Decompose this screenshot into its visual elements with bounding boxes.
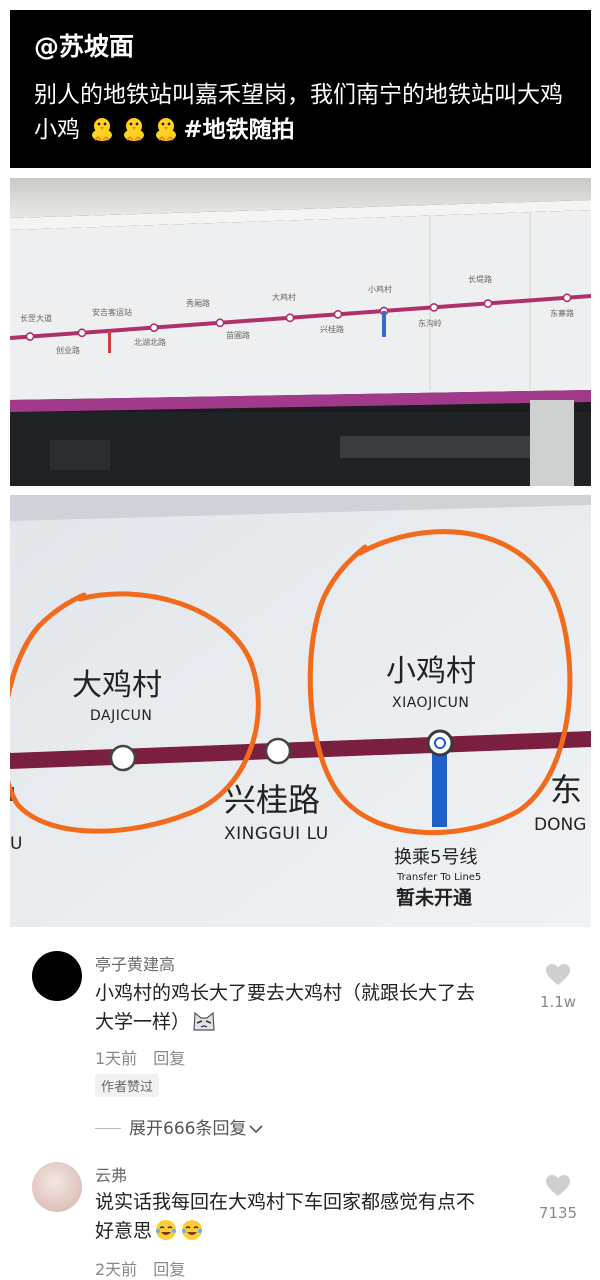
like-count: 7135 xyxy=(538,1204,578,1222)
post-text: 别人的地铁站叫嘉禾望岗，我们南宁的地铁站叫大鸡小鸡 #地铁随拍 xyxy=(34,78,567,148)
station-xiaojicun-cn: 小鸡村 xyxy=(386,654,476,689)
like-count: 1.1w xyxy=(539,993,577,1011)
heart-icon xyxy=(546,1175,570,1196)
avatar[interactable] xyxy=(32,1162,82,1212)
overview-station-top-3: 大鸡村 xyxy=(272,292,296,302)
route-map-closeup-image: 大鸡村 DAJICUN 小鸡村 XIAOJICUN 兴桂路 XINGGUI LU… xyxy=(10,495,591,927)
station-xingguilu-en: XINGGUI LU xyxy=(224,824,329,844)
station-dot-dajicun xyxy=(109,744,137,772)
route-map-overview-image: 长罡大道 安吉客运站 秀厢路 大鸡村 小鸡村 长堤路 创业路 北湖北路 苗圃路 … xyxy=(10,178,591,486)
crying-laughing-emoji-icon xyxy=(156,1220,177,1240)
station-dot-xiaojicun xyxy=(426,729,454,757)
chevron-down-icon xyxy=(249,1125,264,1134)
station-xingguilu-cn: 兴桂路 xyxy=(224,781,320,819)
overview-station-top-5: 长堤路 xyxy=(468,274,492,284)
station-xiaojicun-en: XIAOJICUN xyxy=(392,695,469,711)
crying-laughing-emoji-icon xyxy=(182,1220,203,1240)
transfer-en: Transfer To Line5 xyxy=(396,872,481,883)
post-author-handle[interactable]: @苏坡面 xyxy=(34,30,567,64)
transfer-cn: 换乘5号线 xyxy=(394,847,477,868)
divider xyxy=(95,1128,121,1129)
overview-station-bottom-5: 东寨路 xyxy=(550,308,574,318)
reply-button[interactable]: 回复 xyxy=(153,1260,185,1279)
overview-station-top-2: 秀厢路 xyxy=(186,298,210,308)
comment-username[interactable]: 亭子黄建高 xyxy=(95,951,175,975)
comment-text-line: 好意思 xyxy=(95,1217,535,1246)
overview-station-bottom-1: 北湖北路 xyxy=(134,337,166,347)
post-photo-route-map-closeup[interactable]: 大鸡村 DAJICUN 小鸡村 XIAOJICUN 兴桂路 XINGGUI LU… xyxy=(10,495,591,927)
overview-station-bottom-4: 东沟岭 xyxy=(418,318,442,328)
post-photo-route-map-overview[interactable]: 长罡大道 安吉客运站 秀厢路 大鸡村 小鸡村 长堤路 创业路 北湖北路 苗圃路 … xyxy=(10,178,591,486)
overview-station-bottom-2: 苗圃路 xyxy=(226,330,250,340)
overview-station-bottom-0: 创业路 xyxy=(56,345,80,355)
expand-replies-label: 展开666条回复 xyxy=(129,1119,247,1139)
baby-chick-emoji-icon xyxy=(124,118,145,141)
comment-meta: 2天前 回复 xyxy=(95,1256,201,1280)
station-dot-xingguilu xyxy=(264,737,292,765)
station-dajicun-cn: 大鸡村 xyxy=(72,668,162,703)
expand-replies-button[interactable]: 展开666条回复 xyxy=(95,1114,264,1139)
heart-icon xyxy=(546,964,570,985)
overview-station-top-4: 小鸡村 xyxy=(368,284,392,294)
comment-text-line: 说实话我每回在大鸡村下车回家都感觉有点不 xyxy=(95,1191,476,1213)
comment-item: 云弗 说实话我每回在大鸡村下车回家都感觉有点不 好意思 2天前 回复 7135 xyxy=(0,1158,600,1279)
comment-meta: 1天前 回复 xyxy=(95,1045,201,1069)
like-button[interactable]: 7135 xyxy=(533,1174,583,1222)
cat-face-emoji-icon xyxy=(193,1011,215,1031)
comment-item: 亭子黄建高 小鸡村的鸡长大了要去大鸡村（就跟长大了去 大学一样） 1天前 回复 作… xyxy=(0,945,600,1150)
like-button[interactable]: 1.1w xyxy=(533,963,583,1011)
transfer-notice: 暂未开通 xyxy=(396,886,473,909)
reply-button[interactable]: 回复 xyxy=(153,1049,185,1068)
overview-station-bottom-3: 兴桂路 xyxy=(320,324,344,334)
comment-time: 1天前 xyxy=(95,1049,138,1068)
station-edge-cn: 东 xyxy=(550,771,582,809)
author-liked-badge: 作者赞过 xyxy=(95,1074,160,1097)
avatar[interactable] xyxy=(32,951,82,1001)
post-hashtag[interactable]: #地铁随拍 xyxy=(183,117,294,143)
overview-station-top-0: 长罡大道 xyxy=(20,313,52,323)
comment-text: 说实话我每回在大鸡村下车回家都感觉有点不 好意思 xyxy=(95,1188,535,1246)
station-dajicun-en: DAJICUN xyxy=(90,708,152,724)
post-caption: @苏坡面 别人的地铁站叫嘉禾望岗，我们南宁的地铁站叫大鸡小鸡 #地铁随拍 xyxy=(10,10,591,168)
transfer-line-5-bar xyxy=(432,745,447,827)
comment-time: 2天前 xyxy=(95,1260,138,1279)
comment-text: 小鸡村的鸡长大了要去大鸡村（就跟长大了去 大学一样） xyxy=(95,979,535,1037)
comment-text-line: 小鸡村的鸡长大了要去大鸡村（就跟长大了去 xyxy=(95,982,476,1004)
baby-chick-emoji-icon xyxy=(92,118,113,141)
left-edge-en: U xyxy=(10,834,22,854)
overview-station-top-1: 安吉客运站 xyxy=(92,307,132,317)
comment-username[interactable]: 云弗 xyxy=(95,1162,127,1186)
station-edge-en: DONG xyxy=(534,815,586,835)
baby-chick-emoji-icon xyxy=(156,118,177,141)
comment-text-line: 大学一样） xyxy=(95,1008,535,1037)
